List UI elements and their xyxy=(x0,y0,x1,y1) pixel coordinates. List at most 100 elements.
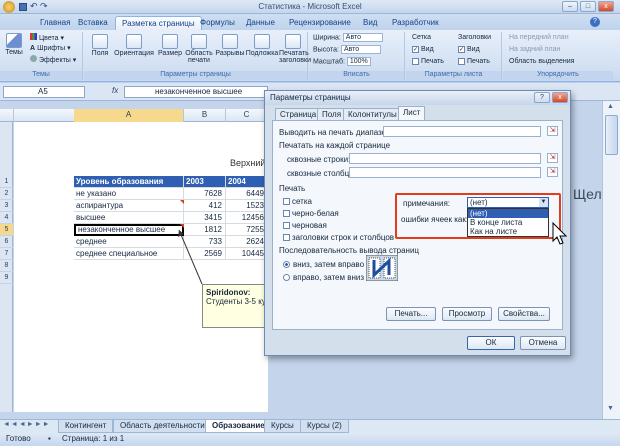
gridlines-view-checkbox[interactable]: ✓ Вид xyxy=(412,45,434,55)
column-header-a[interactable]: A xyxy=(74,109,184,122)
comments-select[interactable]: (нет) ▼ xyxy=(467,197,549,208)
macro-record-icon[interactable]: ▪ xyxy=(48,433,51,445)
print-titles-button[interactable]: Печатать заголовки xyxy=(279,34,311,64)
tab-page-layout[interactable]: Разметка страницы xyxy=(115,16,202,30)
rows-to-repeat-input[interactable] xyxy=(349,153,541,164)
effects-button[interactable]: Эффекты ▾ xyxy=(30,55,76,66)
headings-view-checkbox[interactable]: ✓ Вид xyxy=(458,45,480,55)
row-header[interactable]: 6 xyxy=(0,236,13,248)
headings-print-checkbox[interactable]: Печать xyxy=(458,57,490,67)
sheet-tab-kursy[interactable]: Курсы xyxy=(264,420,301,433)
table-cell[interactable]: 7255 xyxy=(226,224,268,236)
table-cell[interactable]: аспирантура xyxy=(74,200,184,212)
sheet-tab-kursy-2[interactable]: Курсы (2) xyxy=(300,420,349,433)
tab-formulas[interactable]: Формулы xyxy=(194,16,241,30)
gridlines-checkbox[interactable]: сетка xyxy=(283,197,312,206)
row-header[interactable]: 9 xyxy=(0,272,13,284)
orientation-button[interactable]: Ориентация xyxy=(114,34,154,57)
cols-ref-icon[interactable]: ⇲ xyxy=(547,167,558,177)
comment-box[interactable]: Spiridonov: Студенты 3-5 курс xyxy=(202,284,268,328)
dropdown-option-end-of-sheet[interactable]: В конце листа xyxy=(468,218,548,227)
selected-cell-a5[interactable]: незаконченное высшее xyxy=(74,224,184,236)
over-then-down-radio[interactable]: вправо, затем вниз xyxy=(283,273,364,282)
row-header[interactable]: 4 xyxy=(0,212,13,224)
gridlines-print-checkbox[interactable]: Печать xyxy=(412,57,444,67)
options-button[interactable]: Свойства... xyxy=(498,307,550,321)
close-button[interactable]: x xyxy=(598,1,614,12)
scale-control[interactable]: Масштаб: 100% xyxy=(313,57,371,67)
chevron-down-icon[interactable]: ▼ xyxy=(539,198,548,207)
background-button[interactable]: Подложка xyxy=(245,34,279,57)
down-then-over-radio[interactable]: вниз, затем вправо xyxy=(283,260,364,269)
themes-button[interactable]: Темы xyxy=(3,33,25,56)
width-control[interactable]: Ширина: Авто xyxy=(313,33,383,43)
dialog-help-button[interactable]: ? xyxy=(534,92,550,103)
row-col-headings-checkbox[interactable]: заголовки строк и столбцов xyxy=(283,233,394,242)
table-cell[interactable]: 12456 xyxy=(226,212,268,224)
margins-button[interactable]: Поля xyxy=(90,34,110,57)
print-button[interactable]: Печать... xyxy=(386,307,436,321)
row-header[interactable]: 5 xyxy=(0,224,13,236)
row-header[interactable]: 1 xyxy=(0,176,13,188)
bring-front-button[interactable]: На передний план xyxy=(509,33,569,43)
formula-input[interactable]: незаконченное высшее xyxy=(124,86,268,98)
row-header[interactable]: 7 xyxy=(0,248,13,260)
table-cell[interactable]: среднее специальное xyxy=(74,248,184,260)
colors-button[interactable]: Цвета ▾ xyxy=(30,33,64,44)
table-cell[interactable]: высшее xyxy=(74,212,184,224)
table-cell[interactable]: 1523 xyxy=(226,200,268,212)
help-icon[interactable]: ? xyxy=(590,17,600,27)
cols-to-repeat-input[interactable] xyxy=(349,167,541,178)
table-cell[interactable]: 2624 xyxy=(226,236,268,248)
breaks-button[interactable]: Разрывы xyxy=(215,34,245,57)
name-box[interactable]: A5 xyxy=(3,86,85,98)
tab-data[interactable]: Данные xyxy=(240,16,281,30)
tab-home[interactable]: Главная xyxy=(34,16,76,30)
row-header[interactable]: 8 xyxy=(0,260,13,272)
table-cell[interactable]: среднее xyxy=(74,236,184,248)
row-header[interactable]: 2 xyxy=(0,188,13,200)
table-cell[interactable]: 3415 xyxy=(184,212,226,224)
table-cell[interactable]: 10445 xyxy=(226,248,268,260)
print-area-ref-icon[interactable]: ⇲ xyxy=(547,126,558,136)
ok-button[interactable]: ОК xyxy=(467,336,515,350)
print-area-input[interactable] xyxy=(383,126,541,137)
vertical-scrollbar[interactable]: ▲ ▼ xyxy=(602,101,620,419)
send-back-button[interactable]: На задний план xyxy=(509,45,560,55)
size-button[interactable]: Размер xyxy=(156,34,184,57)
dialog-tab-sheet[interactable]: Лист xyxy=(398,106,426,121)
print-area-button[interactable]: Область печати xyxy=(184,34,214,64)
tab-view[interactable]: Вид xyxy=(357,16,383,30)
table-cell[interactable]: не указано xyxy=(74,188,184,200)
table-header-cell[interactable]: 2003 xyxy=(184,176,226,188)
table-cell[interactable]: 7628 xyxy=(184,188,226,200)
scroll-thumb[interactable] xyxy=(605,115,618,155)
maximize-button[interactable]: □ xyxy=(580,1,596,12)
row-header[interactable]: 3 xyxy=(0,200,13,212)
height-control[interactable]: Высота: Авто xyxy=(313,45,381,55)
fonts-button[interactable]: A Шрифты ▾ xyxy=(30,44,71,54)
tab-developer[interactable]: Разработчик xyxy=(386,16,445,30)
tab-review[interactable]: Рецензирование xyxy=(283,16,357,30)
sheet-tab-kontingent[interactable]: Контингент xyxy=(58,420,114,433)
selection-pane-button[interactable]: Область выделения xyxy=(509,57,574,67)
cancel-button[interactable]: Отмена xyxy=(520,336,566,350)
scroll-up-icon[interactable]: ▲ xyxy=(607,103,614,110)
dropdown-option-as-displayed[interactable]: Как на листе xyxy=(468,227,548,236)
fx-icon[interactable]: fx xyxy=(112,86,118,95)
draft-checkbox[interactable]: черновая xyxy=(283,221,327,230)
sheet-tab-obrazovanie[interactable]: Образование xyxy=(205,420,272,433)
tab-scroll-icons[interactable]: ◄◄◄►►► xyxy=(3,421,51,428)
comments-dropdown-list[interactable]: (нет) В конце листа Как на листе xyxy=(467,208,549,237)
dialog-close-button[interactable]: x xyxy=(552,92,568,103)
rows-ref-icon[interactable]: ⇲ xyxy=(547,153,558,163)
minimize-button[interactable]: – xyxy=(562,1,578,12)
black-white-checkbox[interactable]: черно-белая xyxy=(283,209,339,218)
column-header-b[interactable]: B xyxy=(184,109,226,122)
table-header-cell[interactable]: 2004 xyxy=(226,176,268,188)
table-cell[interactable]: 412 xyxy=(184,200,226,212)
scroll-down-icon[interactable]: ▼ xyxy=(607,405,614,412)
column-header-c[interactable]: C xyxy=(226,109,268,122)
table-cell[interactable]: 6449 xyxy=(226,188,268,200)
tab-insert[interactable]: Вставка xyxy=(72,16,114,30)
